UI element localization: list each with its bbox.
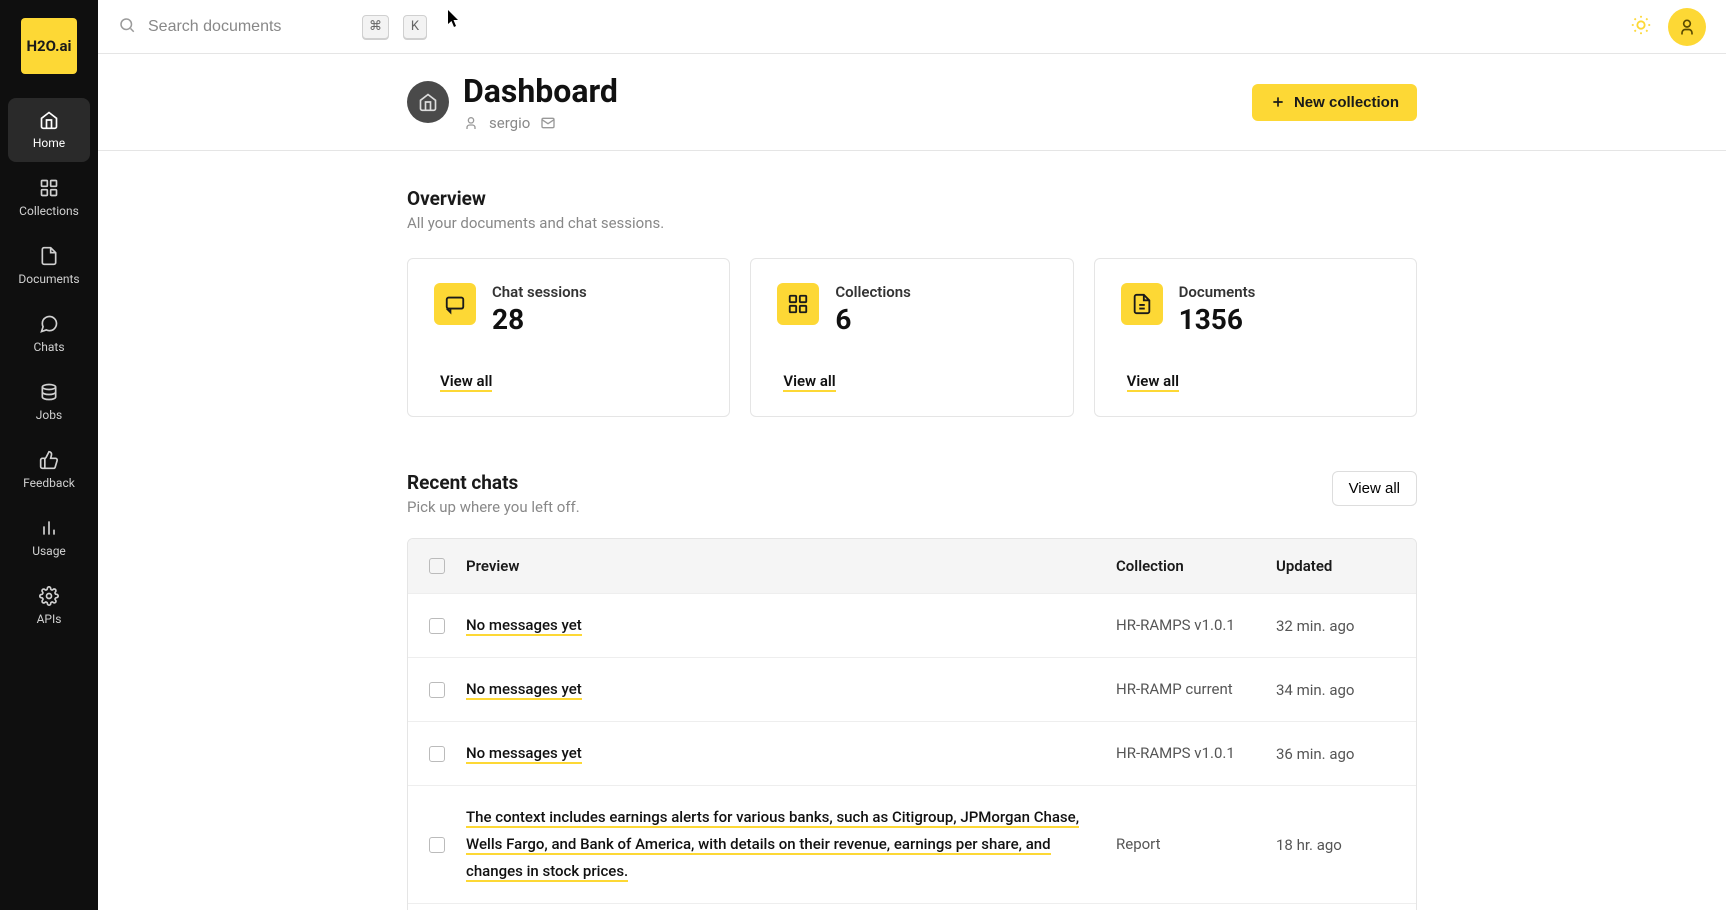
topbar: ⌘ K bbox=[98, 0, 1726, 54]
row-collection: Report bbox=[1116, 834, 1276, 855]
card-icon bbox=[1121, 283, 1163, 325]
chat-preview-link[interactable]: The context includes earnings alerts for… bbox=[466, 808, 1079, 882]
overview-card-collections: Collections 6 View all bbox=[750, 258, 1073, 417]
sidebar-item-chats[interactable]: Chats bbox=[8, 302, 90, 366]
sidebar-item-label: Jobs bbox=[36, 408, 62, 422]
table-header: Preview Collection Updated bbox=[408, 539, 1416, 593]
recents-desc: Pick up where you left off. bbox=[407, 498, 580, 516]
sidebar-item-usage[interactable]: Usage bbox=[8, 506, 90, 570]
row-collection: HR-RAMPS v1.0.1 bbox=[1116, 615, 1276, 636]
plus-icon bbox=[1270, 94, 1286, 110]
recents-view-all-button[interactable]: View all bbox=[1332, 471, 1417, 506]
card-view-all-link[interactable]: View all bbox=[1127, 372, 1179, 392]
col-updated: Updated bbox=[1276, 557, 1416, 575]
sidebar-item-collections[interactable]: Collections bbox=[8, 166, 90, 230]
chat-icon bbox=[39, 314, 59, 334]
row-updated: 18 hr. ago bbox=[1276, 836, 1416, 854]
brand-logo: H2O.ai bbox=[21, 18, 77, 74]
kbd-cmd: ⌘ bbox=[362, 15, 389, 39]
home-icon bbox=[39, 110, 59, 130]
overview-cards: Chat sessions 28 View all Collections 6 … bbox=[407, 258, 1417, 417]
row-checkbox[interactable] bbox=[429, 837, 445, 853]
sidebar-item-label: Feedback bbox=[23, 476, 75, 490]
stack-icon bbox=[39, 382, 59, 402]
content: Overview All your documents and chat ses… bbox=[98, 151, 1726, 910]
file-icon bbox=[39, 246, 59, 266]
username: sergio bbox=[489, 114, 530, 132]
thumbs-up-icon bbox=[39, 450, 59, 470]
grid-icon bbox=[39, 178, 59, 198]
user-avatar-button[interactable] bbox=[1668, 8, 1706, 46]
sidebar-item-apis[interactable]: APIs bbox=[8, 574, 90, 638]
mail-icon[interactable] bbox=[540, 115, 556, 131]
card-value: 1356 bbox=[1179, 303, 1256, 336]
sidebar-item-feedback[interactable]: Feedback bbox=[8, 438, 90, 502]
page-header: Dashboard sergio New collection bbox=[98, 54, 1726, 151]
chat-preview-link[interactable]: No messages yet bbox=[466, 616, 582, 636]
sidebar-item-label: Chats bbox=[33, 340, 64, 354]
row-updated: 36 min. ago bbox=[1276, 745, 1416, 763]
theme-toggle-icon[interactable] bbox=[1630, 14, 1652, 40]
sidebar: H2O.ai Home Collections Documents Chats Jobs… bbox=[0, 0, 98, 910]
recents-title: Recent chats bbox=[407, 471, 580, 494]
select-all-checkbox[interactable] bbox=[429, 558, 445, 574]
overview-desc: All your documents and chat sessions. bbox=[407, 214, 1417, 232]
card-label: Collections bbox=[835, 283, 911, 301]
sidebar-item-label: Documents bbox=[18, 272, 79, 286]
kbd-k: K bbox=[403, 15, 427, 39]
row-checkbox[interactable] bbox=[429, 618, 445, 634]
overview-title: Overview bbox=[407, 187, 1417, 210]
new-collection-label: New collection bbox=[1294, 94, 1399, 111]
table-row[interactable]: No messages yet HR-RAMPS v1.0.1 32 min. … bbox=[408, 593, 1416, 657]
sidebar-item-label: Usage bbox=[32, 544, 66, 558]
card-icon bbox=[777, 283, 819, 325]
page-icon bbox=[407, 81, 449, 123]
sidebar-item-jobs[interactable]: Jobs bbox=[8, 370, 90, 434]
search-icon bbox=[118, 16, 136, 38]
row-collection: HR-RAMP current bbox=[1116, 679, 1276, 700]
card-value: 28 bbox=[492, 303, 587, 336]
bar-chart-icon bbox=[39, 518, 59, 538]
recent-chats-table: Preview Collection Updated No messages y… bbox=[407, 538, 1417, 910]
sidebar-item-label: Collections bbox=[19, 204, 79, 218]
table-row[interactable]: No messages yet HR-RAMP current 34 min. … bbox=[408, 657, 1416, 721]
recents-header: Recent chats Pick up where you left off.… bbox=[407, 471, 1417, 516]
topbar-actions bbox=[1630, 8, 1706, 46]
col-preview: Preview bbox=[466, 557, 1116, 575]
table-row[interactable]: No messages yet HR-RAMPS v1.0.1 36 min. … bbox=[408, 721, 1416, 785]
card-label: Documents bbox=[1179, 283, 1256, 301]
row-updated: 34 min. ago bbox=[1276, 681, 1416, 699]
sidebar-item-label: Home bbox=[33, 136, 65, 150]
search-input[interactable] bbox=[148, 18, 348, 36]
sidebar-item-documents[interactable]: Documents bbox=[8, 234, 90, 298]
chat-preview-link[interactable]: No messages yet bbox=[466, 744, 582, 764]
page-title: Dashboard bbox=[463, 72, 618, 110]
user-icon bbox=[463, 115, 479, 131]
card-label: Chat sessions bbox=[492, 283, 587, 301]
card-view-all-link[interactable]: View all bbox=[440, 372, 492, 392]
user-meta: sergio bbox=[463, 114, 618, 132]
table-row[interactable]: This document shows numbers and words ab… bbox=[408, 903, 1416, 910]
search-wrap: ⌘ K bbox=[118, 15, 1630, 39]
main-area: ⌘ K Dashboard bbox=[98, 0, 1726, 910]
row-checkbox[interactable] bbox=[429, 682, 445, 698]
new-collection-button[interactable]: New collection bbox=[1252, 84, 1417, 121]
card-value: 6 bbox=[835, 303, 911, 336]
overview-card-documents: Documents 1356 View all bbox=[1094, 258, 1417, 417]
row-checkbox[interactable] bbox=[429, 746, 445, 762]
chat-preview-link[interactable]: No messages yet bbox=[466, 680, 582, 700]
card-view-all-link[interactable]: View all bbox=[783, 372, 835, 392]
overview-card-chat-sessions: Chat sessions 28 View all bbox=[407, 258, 730, 417]
card-icon bbox=[434, 283, 476, 325]
col-collection: Collection bbox=[1116, 557, 1276, 575]
sidebar-item-label: APIs bbox=[37, 612, 62, 626]
table-row[interactable]: The context includes earnings alerts for… bbox=[408, 785, 1416, 903]
row-updated: 32 min. ago bbox=[1276, 617, 1416, 635]
sidebar-item-home[interactable]: Home bbox=[8, 98, 90, 162]
gear-icon bbox=[39, 586, 59, 606]
row-collection: HR-RAMPS v1.0.1 bbox=[1116, 743, 1276, 764]
